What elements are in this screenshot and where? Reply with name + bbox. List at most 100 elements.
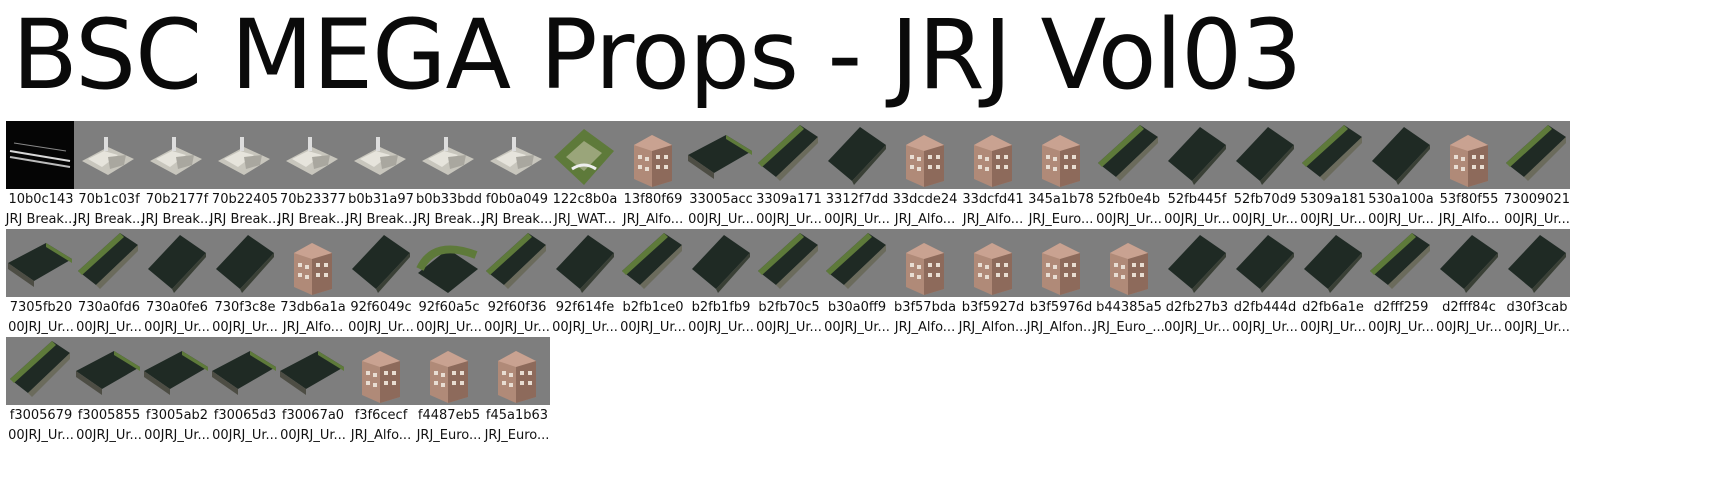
prop-id-label: d2fb6a1e	[1302, 300, 1364, 315]
prop-tile[interactable]: 92f60f36 00JRJ_Ur...	[480, 229, 554, 349]
prop-id-label: b2fb1ce0	[622, 300, 684, 315]
water-tile-icon	[346, 229, 414, 297]
prop-tile[interactable]: b3f5976d JRJ_Alfon...	[1024, 229, 1098, 349]
canal-edge-icon	[754, 229, 822, 297]
water-tile-icon	[1434, 229, 1502, 297]
prop-id-label: 70b2177f	[145, 192, 209, 207]
prop-id-label: 92f60f36	[487, 300, 547, 315]
prop-id-label: 53f80f55	[1439, 192, 1499, 207]
rubble-icon	[74, 121, 142, 189]
prop-tile[interactable]: b30a0ff9 00JRJ_Ur...	[820, 229, 894, 349]
prop-tile[interactable]: 52fb0e4b 00JRJ_Ur...	[1092, 121, 1166, 241]
prop-tile[interactable]: 730a0fe6 00JRJ_Ur...	[140, 229, 214, 349]
prop-tile[interactable]: b2fb1ce0 00JRJ_Ur...	[616, 229, 690, 349]
rubble-icon	[142, 121, 210, 189]
prop-id-label: 70b23377	[279, 192, 347, 207]
water-tile-icon	[1298, 229, 1366, 297]
prop-id-label: 33dcfd41	[962, 192, 1024, 207]
prop-id-label: d2fff84c	[1442, 300, 1496, 315]
prop-tile[interactable]: 92f60a5c 00JRJ_Ur...	[412, 229, 486, 349]
rubble-icon	[414, 121, 482, 189]
prop-tile[interactable]: d2fff84c 00JRJ_Ur...	[1432, 229, 1506, 349]
prop-tile[interactable]: f3005679 00JRJ_Ur...	[4, 337, 78, 457]
prop-name-label: 00JRJ_Ur...	[756, 212, 822, 227]
prop-tile[interactable]: f30067a0 00JRJ_Ur...	[276, 337, 350, 457]
prop-tile[interactable]: b44385a5 JRJ_Euro_...	[1092, 229, 1166, 349]
prop-id-label: b3f5976d	[1029, 300, 1093, 315]
prop-tile[interactable]: 33dcfd41 JRJ_Alfo...	[956, 121, 1030, 241]
prop-tile[interactable]: 92f614fe 00JRJ_Ur...	[548, 229, 622, 349]
prop-name-label: 00JRJ_Ur...	[824, 320, 890, 335]
prop-name-label: 00JRJ_Ur...	[1232, 212, 1298, 227]
building-icon	[890, 229, 958, 297]
prop-tile[interactable]: 73009021 00JRJ_Ur...	[1500, 121, 1574, 241]
prop-tile[interactable]: 5309a181 00JRJ_Ur...	[1296, 121, 1370, 241]
prop-tile[interactable]: 7305fb20 00JRJ_Ur...	[4, 229, 78, 349]
prop-tile[interactable]: 92f6049c 00JRJ_Ur...	[344, 229, 418, 349]
prop-tile[interactable]: f4487eb5 JRJ_Euro...	[412, 337, 486, 457]
prop-tile[interactable]: d2fb27b3 00JRJ_Ur...	[1160, 229, 1234, 349]
prop-tile[interactable]: 13f80f69 JRJ_Alfo...	[616, 121, 690, 241]
prop-tile[interactable]: 10b0c143 JRJ Break...	[4, 121, 78, 241]
prop-tile[interactable]: f3f6cecf JRJ_Alfo...	[344, 337, 418, 457]
prop-tile[interactable]: 730a0fd6 00JRJ_Ur...	[72, 229, 146, 349]
rubble-icon	[278, 121, 346, 189]
prop-tile[interactable]: 70b2177f JRJ Break...	[140, 121, 214, 241]
canal-edge-icon	[1094, 121, 1162, 189]
rubble-icon	[210, 121, 278, 189]
prop-tile[interactable]: b2fb1fb9 00JRJ_Ur...	[684, 229, 758, 349]
canal-edge-icon	[1298, 121, 1366, 189]
prop-name-label: 00JRJ_Ur...	[76, 428, 142, 443]
prop-tile[interactable]: d2fb6a1e 00JRJ_Ur...	[1296, 229, 1370, 349]
canal-edge-icon	[6, 337, 74, 405]
prop-tile[interactable]: 33dcde24 JRJ_Alfo...	[888, 121, 962, 241]
prop-tile[interactable]: d30f3cab 00JRJ_Ur...	[1500, 229, 1574, 349]
prop-tile[interactable]: f3005855 00JRJ_Ur...	[72, 337, 146, 457]
prop-tile[interactable]: 33005acc 00JRJ_Ur...	[684, 121, 758, 241]
prop-name-label: 00JRJ_Ur...	[1232, 320, 1298, 335]
prop-tile[interactable]: 73db6a1a JRJ_Alfo...	[276, 229, 350, 349]
water-tile-icon	[210, 229, 278, 297]
prop-tile[interactable]: b2fb70c5 00JRJ_Ur...	[752, 229, 826, 349]
prop-tile[interactable]: 70b22405 JRJ Break...	[208, 121, 282, 241]
prop-id-label: 730f3c8e	[214, 300, 276, 315]
building-icon	[618, 121, 686, 189]
prop-name-label: JRJ_Euro...	[484, 428, 550, 443]
prop-tile[interactable]: f3005ab2 00JRJ_Ur...	[140, 337, 214, 457]
prop-tile[interactable]: f0b0a049 JRJ Break...	[480, 121, 554, 241]
prop-tile[interactable]: 122c8b0a JRJ_WAT...	[548, 121, 622, 241]
prop-name-label: 00JRJ_Ur...	[484, 320, 550, 335]
prop-tile[interactable]: 53f80f55 JRJ_Alfo...	[1432, 121, 1506, 241]
prop-tile[interactable]: b3f5927d JRJ_Alfon...	[956, 229, 1030, 349]
prop-tile[interactable]: 3312f7dd 00JRJ_Ur...	[820, 121, 894, 241]
prop-tile[interactable]: 70b23377 JRJ Break...	[276, 121, 350, 241]
prop-tile[interactable]: 70b1c03f JRJ Break...	[72, 121, 146, 241]
prop-tile[interactable]: f30065d3 00JRJ_Ur...	[208, 337, 282, 457]
prop-name-label: 00JRJ_Ur...	[1368, 212, 1434, 227]
prop-id-label: 33dcde24	[892, 192, 958, 207]
prop-name-label: 00JRJ_Ur...	[1300, 212, 1366, 227]
prop-tile[interactable]: 52fb445f 00JRJ_Ur...	[1160, 121, 1234, 241]
prop-tile[interactable]: 52fb70d9 00JRJ_Ur...	[1228, 121, 1302, 241]
canal-edge-icon	[482, 229, 550, 297]
prop-tile[interactable]: b0b33bdd JRJ Break...	[412, 121, 486, 241]
canal-icon	[686, 121, 754, 189]
prop-tile[interactable]: 3309a171 00JRJ_Ur...	[752, 121, 826, 241]
prop-id-label: 7305fb20	[9, 300, 73, 315]
prop-name-label: 00JRJ_Ur...	[1096, 212, 1162, 227]
water-tile-icon	[1502, 229, 1570, 297]
prop-tile[interactable]: d2fff259 00JRJ_Ur...	[1364, 229, 1438, 349]
prop-tile[interactable]: b3f57bda JRJ_Alfo...	[888, 229, 962, 349]
prop-name-label: JRJ Break...	[277, 212, 349, 227]
prop-name-label: 00JRJ_Ur...	[756, 320, 822, 335]
prop-tile[interactable]: b0b31a97 JRJ Break...	[344, 121, 418, 241]
prop-name-label: JRJ_Alfo...	[894, 212, 956, 227]
prop-tile[interactable]: 730f3c8e 00JRJ_Ur...	[208, 229, 282, 349]
prop-tile[interactable]: d2fb444d 00JRJ_Ur...	[1228, 229, 1302, 349]
prop-id-label: f45a1b63	[485, 408, 549, 423]
prop-name-label: JRJ_Alfo...	[622, 212, 684, 227]
building-icon	[1026, 229, 1094, 297]
prop-tile[interactable]: 345a1b78 JRJ_Euro...	[1024, 121, 1098, 241]
prop-tile[interactable]: f45a1b63 JRJ_Euro...	[480, 337, 554, 457]
prop-tile[interactable]: 530a100a 00JRJ_Ur...	[1364, 121, 1438, 241]
